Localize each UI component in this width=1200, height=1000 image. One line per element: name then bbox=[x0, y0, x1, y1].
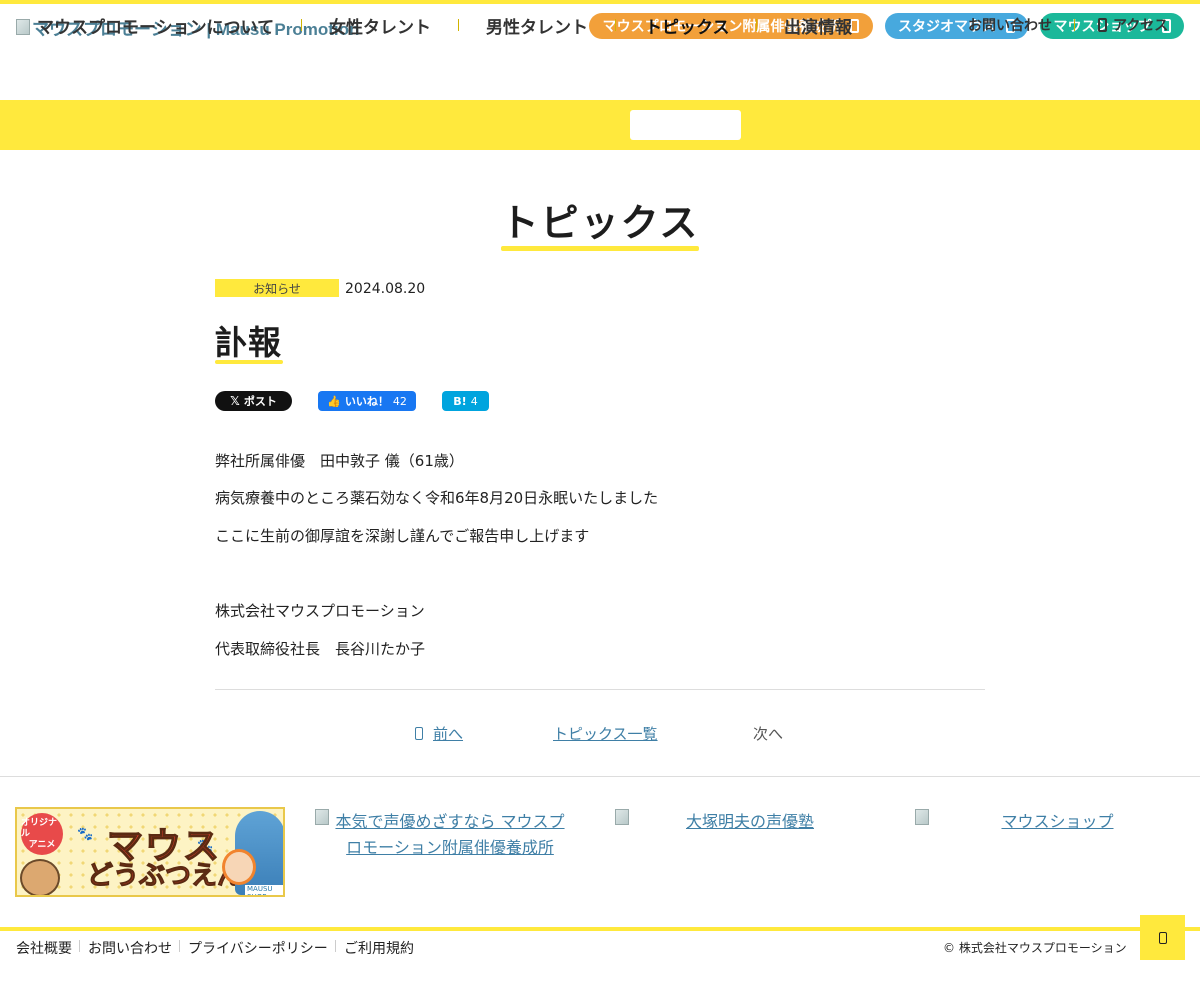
original-anime-badge: オリジナル アニメ bbox=[21, 813, 63, 855]
chevron-left-icon bbox=[415, 727, 423, 740]
nav-separator bbox=[458, 19, 459, 31]
back-to-top-button[interactable] bbox=[1140, 915, 1185, 960]
post-title-underline bbox=[215, 360, 283, 364]
page-title-underline bbox=[501, 246, 699, 251]
post-title: 訃報 bbox=[215, 323, 281, 362]
nav-separator bbox=[615, 19, 616, 31]
main-nav bbox=[0, 100, 1200, 150]
footer-nav-terms[interactable]: ご利用規約 bbox=[344, 938, 414, 958]
post-body-line: 株式会社マウスプロモーション bbox=[215, 602, 425, 620]
pager-list[interactable]: トピックス一覧 bbox=[553, 723, 658, 744]
girl-character-icon bbox=[222, 849, 256, 885]
footer-divider bbox=[0, 776, 1200, 777]
copyright: © 株式会社マウスプロモーション bbox=[943, 941, 1127, 955]
x-post-button[interactable]: 𝕏 ポスト bbox=[215, 391, 292, 411]
nav-item-access[interactable]: アクセス bbox=[1098, 0, 1168, 50]
facebook-like-count: 42 bbox=[392, 394, 407, 408]
footer-accent-bar bbox=[0, 927, 1200, 931]
broken-image-icon bbox=[915, 809, 929, 825]
footer-link-voice-school[interactable]: 大塚明夫の声優塾 bbox=[615, 809, 885, 835]
hatena-bookmark-button[interactable]: B! 4 bbox=[442, 391, 489, 411]
footer-link-mausu-shop[interactable]: マウスショップ bbox=[915, 809, 1200, 835]
footer-link-actor-school-text[interactable]: 本気で声優めざすなら マウスプロモーション附属俳優養成所 bbox=[315, 809, 585, 861]
facebook-like-button[interactable]: 👍 いいね！ 42 bbox=[318, 391, 416, 411]
post-body-line: ここに生前の御厚誼を深謝し謹んでご報告申し上げます bbox=[215, 527, 590, 545]
map-pin-icon bbox=[1098, 18, 1107, 32]
post-body-line: 代表取締役社長 長谷川たか子 bbox=[215, 640, 426, 658]
thumbs-up-icon: 👍 bbox=[327, 394, 341, 408]
banner-title-sub: どうぶつえん bbox=[86, 861, 244, 892]
hatena-bookmark-count: 4 bbox=[470, 394, 478, 408]
nav-separator bbox=[1074, 19, 1075, 31]
old-man-character-icon bbox=[20, 859, 60, 895]
nav-item-about[interactable]: マウスプロモーションについて bbox=[37, 0, 274, 50]
paw-icon: 🐾 bbox=[77, 827, 94, 842]
x-logo-icon: 𝕏 bbox=[230, 394, 240, 408]
nav-item-female-talent[interactable]: 女性タレント bbox=[329, 0, 431, 50]
pager-next: 次へ bbox=[753, 725, 784, 743]
footer-nav-contact[interactable]: お問い合わせ bbox=[88, 938, 172, 958]
pager-prev[interactable]: 前へ bbox=[415, 723, 463, 744]
category-badge[interactable]: お知らせ bbox=[215, 279, 339, 297]
footer-nav-separator bbox=[179, 940, 180, 952]
post-body-line: 病気療養中のところ薬石効なく令和6年8月20日永眠いたしました bbox=[215, 489, 659, 507]
hatena-bookmark-label: B! bbox=[453, 394, 467, 408]
footer-link-mausu-shop-text[interactable]: マウスショップ bbox=[1001, 812, 1113, 831]
x-post-label: ポスト bbox=[243, 395, 277, 408]
pager-prev-link[interactable]: 前へ bbox=[433, 725, 463, 743]
nav-separator bbox=[756, 19, 757, 31]
banner-shop-tag: MAUSU SHOP bbox=[245, 885, 283, 895]
post-date: 2024.08.20 bbox=[345, 281, 426, 297]
badge-line-2: アニメ bbox=[28, 839, 56, 850]
footer-nav-separator bbox=[79, 940, 80, 952]
footer-nav-separator bbox=[335, 940, 336, 952]
nav-item-topics[interactable]: トピックス bbox=[645, 0, 730, 50]
nav-separator bbox=[301, 19, 302, 31]
footer-nav-company[interactable]: 会社概要 bbox=[16, 938, 72, 958]
post-body-line: 弊社所属俳優 田中敦子 儀（61歳） bbox=[215, 452, 464, 470]
mausu-doubutsuen-banner[interactable]: オリジナル アニメ 🐾 🐾 マウス どうぶつえん MAUSU SHOP bbox=[15, 807, 285, 897]
chevron-up-icon bbox=[1158, 931, 1167, 944]
footer-link-voice-school-text[interactable]: 大塚明夫の声優塾 bbox=[686, 812, 814, 831]
content-divider bbox=[215, 689, 985, 690]
footer-nav-privacy[interactable]: プライバシーポリシー bbox=[188, 938, 328, 958]
nav-item-appearances[interactable]: 出演情報 bbox=[784, 0, 852, 50]
facebook-like-label: いいね！ bbox=[344, 395, 389, 408]
nav-access-label: アクセス bbox=[1113, 18, 1169, 34]
page-title: トピックス bbox=[500, 201, 700, 245]
nav-item-male-talent[interactable]: 男性タレント bbox=[486, 0, 588, 50]
broken-image-icon bbox=[16, 19, 30, 35]
broken-image-icon bbox=[315, 809, 329, 825]
badge-line-1: オリジナル bbox=[21, 817, 58, 839]
nav-active-highlight bbox=[630, 110, 741, 140]
footer-link-actor-school[interactable]: 本気で声優めざすなら マウスプロモーション附属俳優養成所 bbox=[315, 809, 585, 861]
nav-item-contact[interactable]: お問い合わせ bbox=[968, 0, 1052, 50]
pager-list-link[interactable]: トピックス一覧 bbox=[553, 725, 658, 743]
broken-image-icon bbox=[615, 809, 629, 825]
